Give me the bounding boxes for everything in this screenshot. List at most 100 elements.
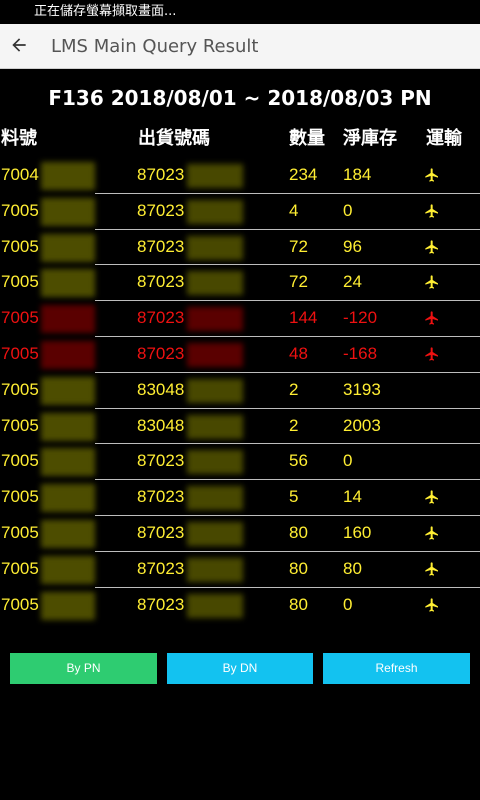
redacted-part-suffix (41, 269, 95, 298)
qty-cell: 144 (289, 308, 318, 328)
net-stock-cell: 0 (343, 594, 353, 614)
redacted-dn-suffix (187, 414, 243, 439)
qty-cell: 80 (289, 522, 308, 542)
header-qty: 數量 (289, 128, 325, 149)
redacted-dn-suffix (187, 450, 243, 475)
table-row[interactable]: 7005 87023 4 0 (0, 194, 480, 230)
airplane-icon (425, 311, 438, 325)
qty-cell: 72 (289, 236, 308, 256)
dn-cell: 87023 (137, 487, 185, 507)
redacted-part-suffix (41, 484, 95, 513)
dn-cell: 87023 (137, 236, 185, 256)
airplane-icon (425, 239, 438, 254)
redacted-part-suffix (41, 591, 95, 620)
dn-cell: 87023 (137, 522, 185, 542)
redacted-dn-suffix (187, 486, 243, 511)
net-stock-cell: 3193 (343, 379, 381, 399)
table-row[interactable]: 7005 87023 144 -120 (0, 301, 480, 337)
table-row[interactable]: 7005 87023 72 24 (0, 265, 480, 302)
net-stock-cell: -120 (343, 308, 378, 328)
header-net-stock: 淨庫存 (343, 128, 397, 149)
part-no-cell: 7005 (1, 415, 39, 435)
part-no-cell: 7004 (1, 165, 39, 184)
arrow-left-icon (12, 38, 26, 52)
redacted-part-suffix (41, 340, 95, 369)
net-stock-cell: 0 (343, 200, 353, 220)
header-transport: 運輸 (426, 128, 462, 149)
redacted-dn-suffix (187, 557, 243, 582)
qty-cell: 80 (289, 594, 308, 614)
redacted-dn-suffix (187, 378, 243, 403)
airplane-icon (425, 275, 438, 290)
refresh-button[interactable]: Refresh (323, 653, 470, 684)
table-row[interactable]: 7005 87023 5 14 (0, 480, 480, 516)
table-row[interactable]: 7005 87023 80 160 (0, 516, 480, 552)
table-header: 料號 出貨號碼 數量 淨庫存 運輸 (0, 124, 480, 154)
part-no-cell: 7005 (1, 308, 39, 328)
table-row[interactable]: 7005 87023 80 80 (0, 552, 480, 588)
net-stock-cell: 184 (343, 165, 372, 184)
table-row[interactable]: 7005 87023 56 0 (0, 444, 480, 481)
redacted-dn-suffix (187, 235, 243, 260)
redacted-part-suffix (41, 555, 95, 584)
qty-cell: 4 (289, 200, 299, 220)
qty-cell: 2 (289, 379, 299, 399)
dn-cell: 87023 (137, 308, 185, 328)
qty-cell: 5 (289, 487, 299, 507)
dn-cell: 87023 (137, 165, 185, 184)
dn-cell: 87023 (137, 558, 185, 578)
net-stock-cell: 24 (343, 272, 362, 292)
app-bar: LMS Main Query Result (0, 24, 480, 69)
redacted-dn-suffix (187, 342, 243, 367)
redacted-part-suffix (41, 519, 95, 548)
qty-cell: 2 (289, 415, 299, 435)
qty-cell: 56 (289, 451, 308, 471)
table-row[interactable]: 7005 83048 2 3193 (0, 373, 480, 409)
table-row[interactable]: 7005 87023 48 -168 (0, 337, 480, 373)
net-stock-cell: 0 (343, 451, 353, 471)
back-button[interactable] (4, 30, 34, 60)
redacted-part-suffix (41, 305, 95, 334)
header-part-no: 料號 (1, 128, 37, 149)
qty-cell: 234 (289, 165, 318, 184)
redacted-part-suffix (41, 376, 95, 405)
qty-cell: 80 (289, 558, 308, 578)
net-stock-cell: 14 (343, 487, 362, 507)
airplane-icon (425, 562, 438, 576)
airplane-icon (425, 204, 438, 218)
airplane-icon (425, 526, 438, 540)
redacted-part-suffix (41, 197, 95, 226)
table-row[interactable]: 7005 83048 2 2003 (0, 409, 480, 445)
airplane-icon (425, 168, 438, 182)
by-dn-button[interactable]: By DN (167, 653, 313, 684)
qty-cell: 48 (289, 343, 308, 363)
net-stock-cell: 96 (343, 236, 362, 256)
part-no-cell: 7005 (1, 487, 39, 507)
part-no-cell: 7005 (1, 236, 39, 256)
net-stock-cell: -168 (343, 343, 378, 363)
net-stock-cell: 2003 (343, 415, 381, 435)
table-row[interactable]: 7005 87023 80 0 (0, 588, 480, 624)
redacted-dn-suffix (187, 199, 243, 224)
dn-cell: 83048 (137, 415, 185, 435)
redacted-dn-suffix (187, 521, 243, 546)
header-dn: 出貨號碼 (138, 128, 210, 149)
redacted-dn-suffix (187, 593, 243, 618)
airplane-icon (425, 597, 438, 612)
net-stock-cell: 160 (343, 522, 372, 542)
table-row[interactable]: 7005 87023 72 96 (0, 230, 480, 266)
dn-cell: 83048 (137, 379, 185, 399)
dn-cell: 87023 (137, 594, 185, 614)
by-pn-button[interactable]: By PN (10, 653, 157, 684)
status-text: 正在儲存螢幕擷取畫面... (34, 4, 177, 19)
part-no-cell: 7005 (1, 558, 39, 578)
part-no-cell: 7005 (1, 522, 39, 542)
part-no-cell: 7005 (1, 272, 39, 292)
dn-cell: 87023 (137, 343, 185, 363)
part-no-cell: 7005 (1, 200, 39, 220)
dn-cell: 87023 (137, 200, 185, 220)
redacted-dn-suffix (187, 164, 243, 188)
net-stock-cell: 80 (343, 558, 362, 578)
dn-cell: 87023 (137, 272, 185, 292)
table-row[interactable]: 7004 87023 234 184 (0, 158, 480, 194)
